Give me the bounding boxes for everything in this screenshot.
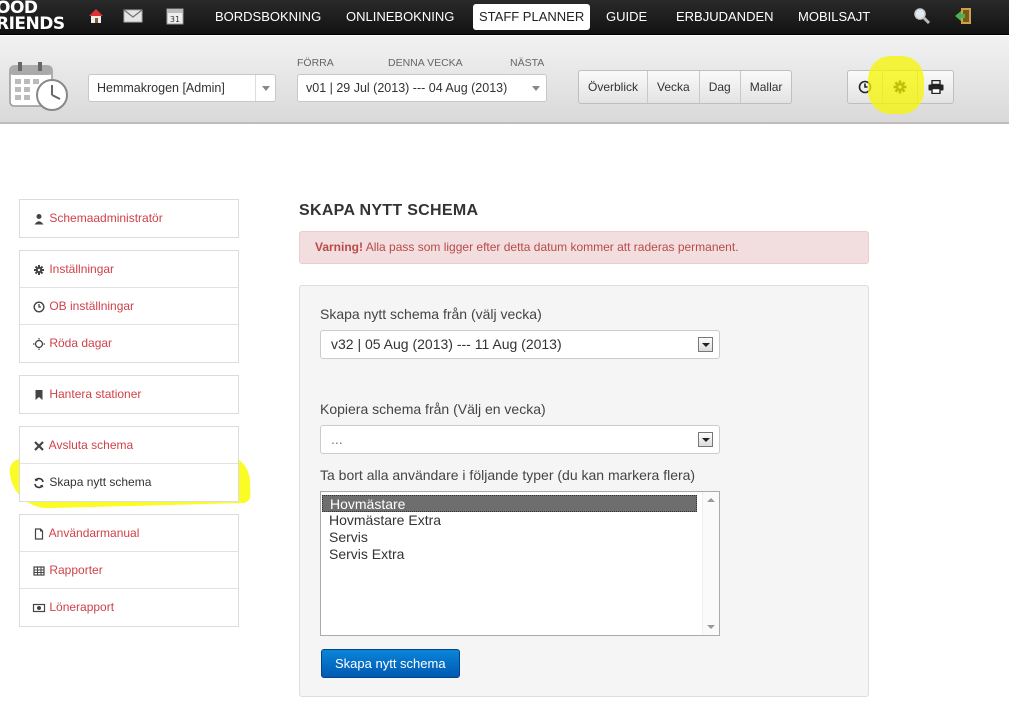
sidebar-group-admin: Schemaadministratör (19, 199, 239, 238)
view-templates-button[interactable]: Mallar (741, 71, 792, 103)
user-types-listbox[interactable]: Hovmästare Hovmästare Extra Servis Servi… (320, 491, 720, 636)
sidebar-item-label: Inställningar (49, 262, 115, 276)
user-icon (34, 213, 44, 225)
user-type-option[interactable]: Hovmästare (322, 495, 697, 512)
warning-alert: Varning! Alla pass som ligger efter dett… (299, 231, 869, 264)
sidebar-item-ob-installningar[interactable]: OB inställningar (20, 288, 238, 325)
sidebar-item-label: Lönerapport (49, 600, 115, 614)
nav-staff-planner[interactable]: STAFF PLANNER (473, 4, 591, 30)
sidebar-group-reports: Användarmanual Rapporter Lönerapport (19, 514, 239, 627)
calendar-icon[interactable]: 31 (166, 7, 184, 25)
calendar-day: 31 (170, 15, 180, 24)
from-week-select[interactable]: v32 | 05 Aug (2013) --- 11 Aug (2013) (320, 330, 720, 359)
copy-week-select[interactable]: ... (320, 425, 720, 454)
printer-icon (928, 80, 943, 94)
view-week-button[interactable]: Vecka (648, 71, 700, 103)
sidebar-group-settings: Inställningar OB inställningar Röda daga… (19, 250, 239, 363)
sidebar-item-installningar[interactable]: Inställningar (20, 251, 238, 288)
week-select-value: v01 | 29 Jul (2013) --- 04 Aug (2013) (306, 81, 508, 95)
chevron-down-icon (698, 337, 713, 352)
nav-guide[interactable]: GUIDE (606, 0, 647, 35)
restaurant-select-value: Hemmakrogen [Admin] (97, 81, 225, 95)
staff-planner-calendar-icon (9, 62, 68, 111)
sidebar-item-label: Hantera stationer (49, 387, 142, 401)
nav-onlinebokning[interactable]: ONLINEBOKNING (346, 0, 454, 35)
nav-mobilsajt[interactable]: MOBILSAJT (798, 0, 870, 35)
view-day-button[interactable]: Dag (700, 71, 741, 103)
current-week-link[interactable]: DENNA VECKA (388, 57, 463, 69)
page-title: SKAPA NYTT SCHEMA (299, 202, 479, 219)
search-icon[interactable] (913, 7, 931, 25)
logout-icon[interactable] (954, 7, 972, 25)
sun-icon (33, 337, 45, 350)
sidebar-item-lonerapport[interactable]: Lönerapport (20, 589, 238, 626)
chevron-down-icon (698, 432, 713, 447)
nav-erbjudanden[interactable]: ERBJUDANDEN (676, 0, 774, 35)
user-type-option[interactable]: Servis Extra (322, 546, 697, 563)
scroll-down-icon[interactable] (707, 625, 715, 629)
scroll-up-icon[interactable] (707, 498, 715, 502)
sidebar-item-anvandarmanual[interactable]: Användarmanual (20, 515, 238, 552)
sidebar-item-schemaadministrator[interactable]: Schemaadministratör (20, 200, 238, 237)
sidebar-item-rapporter[interactable]: Rapporter (20, 552, 238, 589)
remove-types-label: Ta bort alla användare i följande typer … (320, 467, 696, 483)
view-overview-button[interactable]: Överblick (579, 71, 649, 103)
top-navigation: OOD RIENDS 31 BORDSBOKNING ONLINEBOKNING… (0, 0, 1009, 35)
warning-alert-text: Alla pass som ligger efter detta datum k… (363, 240, 739, 254)
user-type-option[interactable]: Servis (322, 529, 697, 546)
prev-week-link[interactable]: FÖRRA (297, 57, 334, 69)
sidebar-item-label: Röda dagar (49, 336, 113, 350)
view-switcher: Överblick Vecka Dag Mallar (578, 70, 793, 104)
clock-icon (33, 301, 45, 313)
restaurant-select[interactable]: Hemmakrogen [Admin] (88, 74, 276, 102)
week-select[interactable]: v01 | 29 Jul (2013) --- 04 Aug (2013) (297, 74, 547, 102)
from-week-select-value: v32 | 05 Aug (2013) --- 11 Aug (2013) (331, 336, 562, 352)
sidebar-item-roda-dagar[interactable]: Röda dagar (20, 325, 238, 362)
sidebar-item-label: Skapa nytt schema (49, 475, 152, 489)
copy-week-label: Kopiera schema från (Välj en vecka) (320, 401, 546, 417)
sidebar-item-avsluta-schema[interactable]: Avsluta schema (20, 427, 238, 464)
sidebar-item-label: Avsluta schema (48, 438, 134, 452)
table-icon (33, 566, 45, 576)
from-week-label: Skapa nytt schema från (välj vecka) (320, 306, 542, 322)
home-icon[interactable] (87, 7, 105, 25)
mail-icon[interactable] (123, 7, 143, 25)
chevron-down-icon (255, 75, 275, 101)
file-icon (34, 528, 44, 540)
sidebar-item-label: Användarmanual (48, 526, 140, 540)
next-week-link[interactable]: NÄSTA (510, 57, 544, 69)
planner-toolbar: Hemmakrogen [Admin] FÖRRA DENNA VECKA NÄ… (0, 36, 1009, 124)
sidebar-item-label: Schemaadministratör (49, 211, 163, 225)
sidebar-item-skapa-nytt-schema[interactable]: Skapa nytt schema (20, 464, 238, 501)
sidebar-item-hantera-stationer[interactable]: Hantera stationer (20, 376, 238, 413)
sidebar-group-schedule: Avsluta schema Skapa nytt schema (19, 426, 239, 502)
money-icon (32, 603, 46, 612)
bookmark-icon (35, 389, 43, 400)
nav-bordsbokning[interactable]: BORDSBOKNING (215, 0, 321, 35)
create-schedule-button[interactable]: Skapa nytt schema (321, 649, 460, 678)
brand-logo[interactable]: OOD RIENDS (0, 0, 70, 35)
create-schedule-form: Skapa nytt schema från (välj vecka) v32 … (299, 285, 869, 697)
sidebar-item-label: Rapporter (49, 563, 103, 577)
warning-alert-strong: Varning! (315, 240, 364, 254)
user-type-option[interactable]: Hovmästare Extra (322, 512, 697, 529)
refresh-icon (34, 477, 44, 489)
copy-week-select-value: ... (331, 431, 343, 447)
brand-logo-line2: RIENDS (0, 14, 65, 34)
sidebar-group-stations: Hantera stationer (19, 375, 239, 414)
listbox-scrollbar[interactable] (702, 492, 719, 635)
gear-icon (34, 264, 44, 275)
chevron-down-icon (526, 75, 546, 101)
sidebar-item-label: OB inställningar (49, 299, 135, 313)
highlight-marker (868, 56, 924, 114)
close-icon (34, 441, 44, 451)
